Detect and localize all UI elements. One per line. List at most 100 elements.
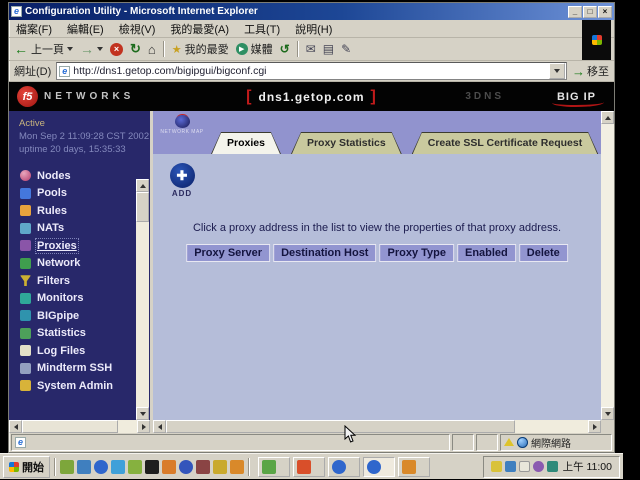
quick-launch-icon[interactable] [60, 460, 74, 474]
tray-icon[interactable] [547, 461, 558, 472]
add-label: ADD [172, 189, 192, 198]
quick-launch-icon[interactable] [196, 460, 210, 474]
go-label: 移至 [587, 63, 609, 79]
system-uptime: uptime 20 days, 15:35:33 [19, 143, 150, 156]
menu-item[interactable]: 說明(H) [295, 21, 332, 37]
back-button[interactable]: 上一頁 [14, 41, 73, 57]
sidebar-item[interactable]: Log Files [20, 342, 150, 360]
scroll-up-button[interactable] [601, 111, 614, 124]
minimize-button[interactable]: _ [568, 6, 582, 18]
forward-button[interactable] [80, 41, 103, 57]
taskbar-window-button[interactable] [398, 457, 430, 477]
mail-button[interactable] [306, 42, 316, 56]
sidebar-item[interactable]: Proxies [20, 237, 150, 255]
tray-icon[interactable] [505, 461, 516, 472]
scroll-up-button[interactable] [136, 179, 149, 192]
quick-launch-icon[interactable] [145, 460, 159, 474]
sidebar-item[interactable]: Monitors [20, 290, 150, 308]
quick-launch-icon[interactable] [94, 460, 108, 474]
taskbar-window-button[interactable] [293, 457, 325, 477]
tab[interactable]: Proxy Statistics [291, 132, 402, 154]
quick-launch-icon[interactable] [213, 460, 227, 474]
scroll-track[interactable] [601, 124, 614, 407]
history-button[interactable] [280, 42, 290, 56]
sidebar-item[interactable]: Pools [20, 185, 150, 203]
edit-button[interactable] [341, 42, 351, 56]
close-button[interactable]: × [598, 6, 612, 18]
sidebar-item[interactable]: BIGpipe [20, 307, 150, 325]
tab[interactable]: Proxies [211, 132, 281, 154]
table-header-cell[interactable]: Proxy Server [186, 244, 270, 262]
table-header-cell[interactable]: Enabled [457, 244, 516, 262]
quick-launch-icon[interactable] [111, 460, 125, 474]
taskbar-window-button[interactable] [363, 457, 395, 477]
scroll-left-button[interactable] [9, 420, 22, 433]
start-button[interactable]: 開始 [3, 456, 50, 478]
address-dropdown-button[interactable] [549, 63, 565, 79]
menu-item[interactable]: 編輯(E) [67, 21, 104, 37]
stop-button[interactable] [110, 43, 123, 56]
home-button[interactable] [148, 42, 156, 57]
sidebar-item[interactable]: Mindterm SSH [20, 360, 150, 378]
quick-launch-icon[interactable] [162, 460, 176, 474]
scroll-right-button[interactable] [137, 420, 150, 433]
scroll-thumb[interactable] [22, 420, 118, 433]
table-header-cell[interactable]: Destination Host [273, 244, 376, 262]
task-buttons [258, 457, 430, 477]
menu-item[interactable]: 我的最愛(A) [170, 21, 229, 37]
content-vertical-scrollbar[interactable] [601, 111, 614, 433]
favorites-button[interactable]: 我的最愛 [172, 41, 229, 57]
quick-launch-icon[interactable] [179, 460, 193, 474]
menu-item[interactable]: 工具(T) [244, 21, 280, 37]
tray-icon[interactable] [491, 461, 502, 472]
address-input[interactable]: http://dns1.getop.com/bigipgui/bigconf.c… [56, 62, 567, 80]
status-pane-main [11, 434, 450, 451]
forward-dropdown-icon[interactable] [97, 47, 103, 54]
tab[interactable]: Create SSL Certificate Request [412, 132, 598, 154]
sidebar-item[interactable]: Rules [20, 202, 150, 220]
content-horizontal-scrollbar[interactable] [153, 420, 601, 433]
sidebar-item[interactable]: NATs [20, 220, 150, 238]
tray-icon[interactable] [519, 461, 530, 472]
menu-item[interactable]: 檔案(F) [16, 21, 52, 37]
sidebar-item[interactable]: System Admin [20, 377, 150, 395]
security-zone-pane: 網際網路 [500, 434, 612, 451]
quick-launch-icon[interactable] [77, 460, 91, 474]
maximize-button[interactable]: □ [583, 6, 597, 18]
rules-icon [20, 205, 31, 216]
menu-item[interactable]: 檢視(V) [119, 21, 156, 37]
table-header-cell[interactable]: Proxy Type [379, 244, 454, 262]
quick-launch-icon[interactable] [230, 460, 244, 474]
media-button[interactable]: 媒體 [236, 41, 273, 57]
scroll-left-button[interactable] [153, 420, 166, 433]
sidebar-item[interactable]: Network [20, 255, 150, 273]
ie-page-icon [59, 66, 70, 77]
refresh-button[interactable] [130, 41, 141, 57]
network-map-button[interactable]: NETWORK MAP [158, 115, 206, 135]
f5-banner: f5 NETWORKS dns1.getop.com 3DNS BIG IP [9, 82, 614, 111]
scroll-right-button[interactable] [588, 420, 601, 433]
tab-label: Create SSL Certificate Request [428, 137, 582, 149]
table-header-cell[interactable]: Delete [519, 244, 568, 262]
print-button[interactable] [323, 42, 334, 56]
taskbar-window-button[interactable] [258, 457, 290, 477]
back-dropdown-icon[interactable] [67, 47, 73, 54]
add-proxy-button[interactable]: ADD [166, 163, 198, 198]
add-icon [170, 163, 195, 188]
sidebar-item[interactable]: Nodes [20, 167, 150, 185]
quick-launch-icon[interactable] [128, 460, 142, 474]
scroll-down-button[interactable] [601, 407, 614, 420]
tray-icon[interactable] [533, 461, 544, 472]
go-button[interactable]: 移至 [572, 63, 609, 79]
sidebar-item[interactable]: Statistics [20, 325, 150, 343]
proxy-table: Proxy Server Destination Host Proxy Type… [183, 244, 571, 262]
brand-text: NETWORKS [44, 91, 134, 102]
sidebar-vertical-scrollbar[interactable] [136, 179, 149, 420]
taskbar-window-button[interactable] [328, 457, 360, 477]
scroll-down-button[interactable] [136, 407, 149, 420]
instruction-text: Click a proxy address in the list to vie… [153, 222, 601, 234]
sidebar-horizontal-scrollbar[interactable] [9, 420, 150, 433]
sidebar-item[interactable]: Filters [20, 272, 150, 290]
scroll-thumb[interactable] [136, 192, 149, 222]
scroll-thumb[interactable] [166, 420, 515, 433]
